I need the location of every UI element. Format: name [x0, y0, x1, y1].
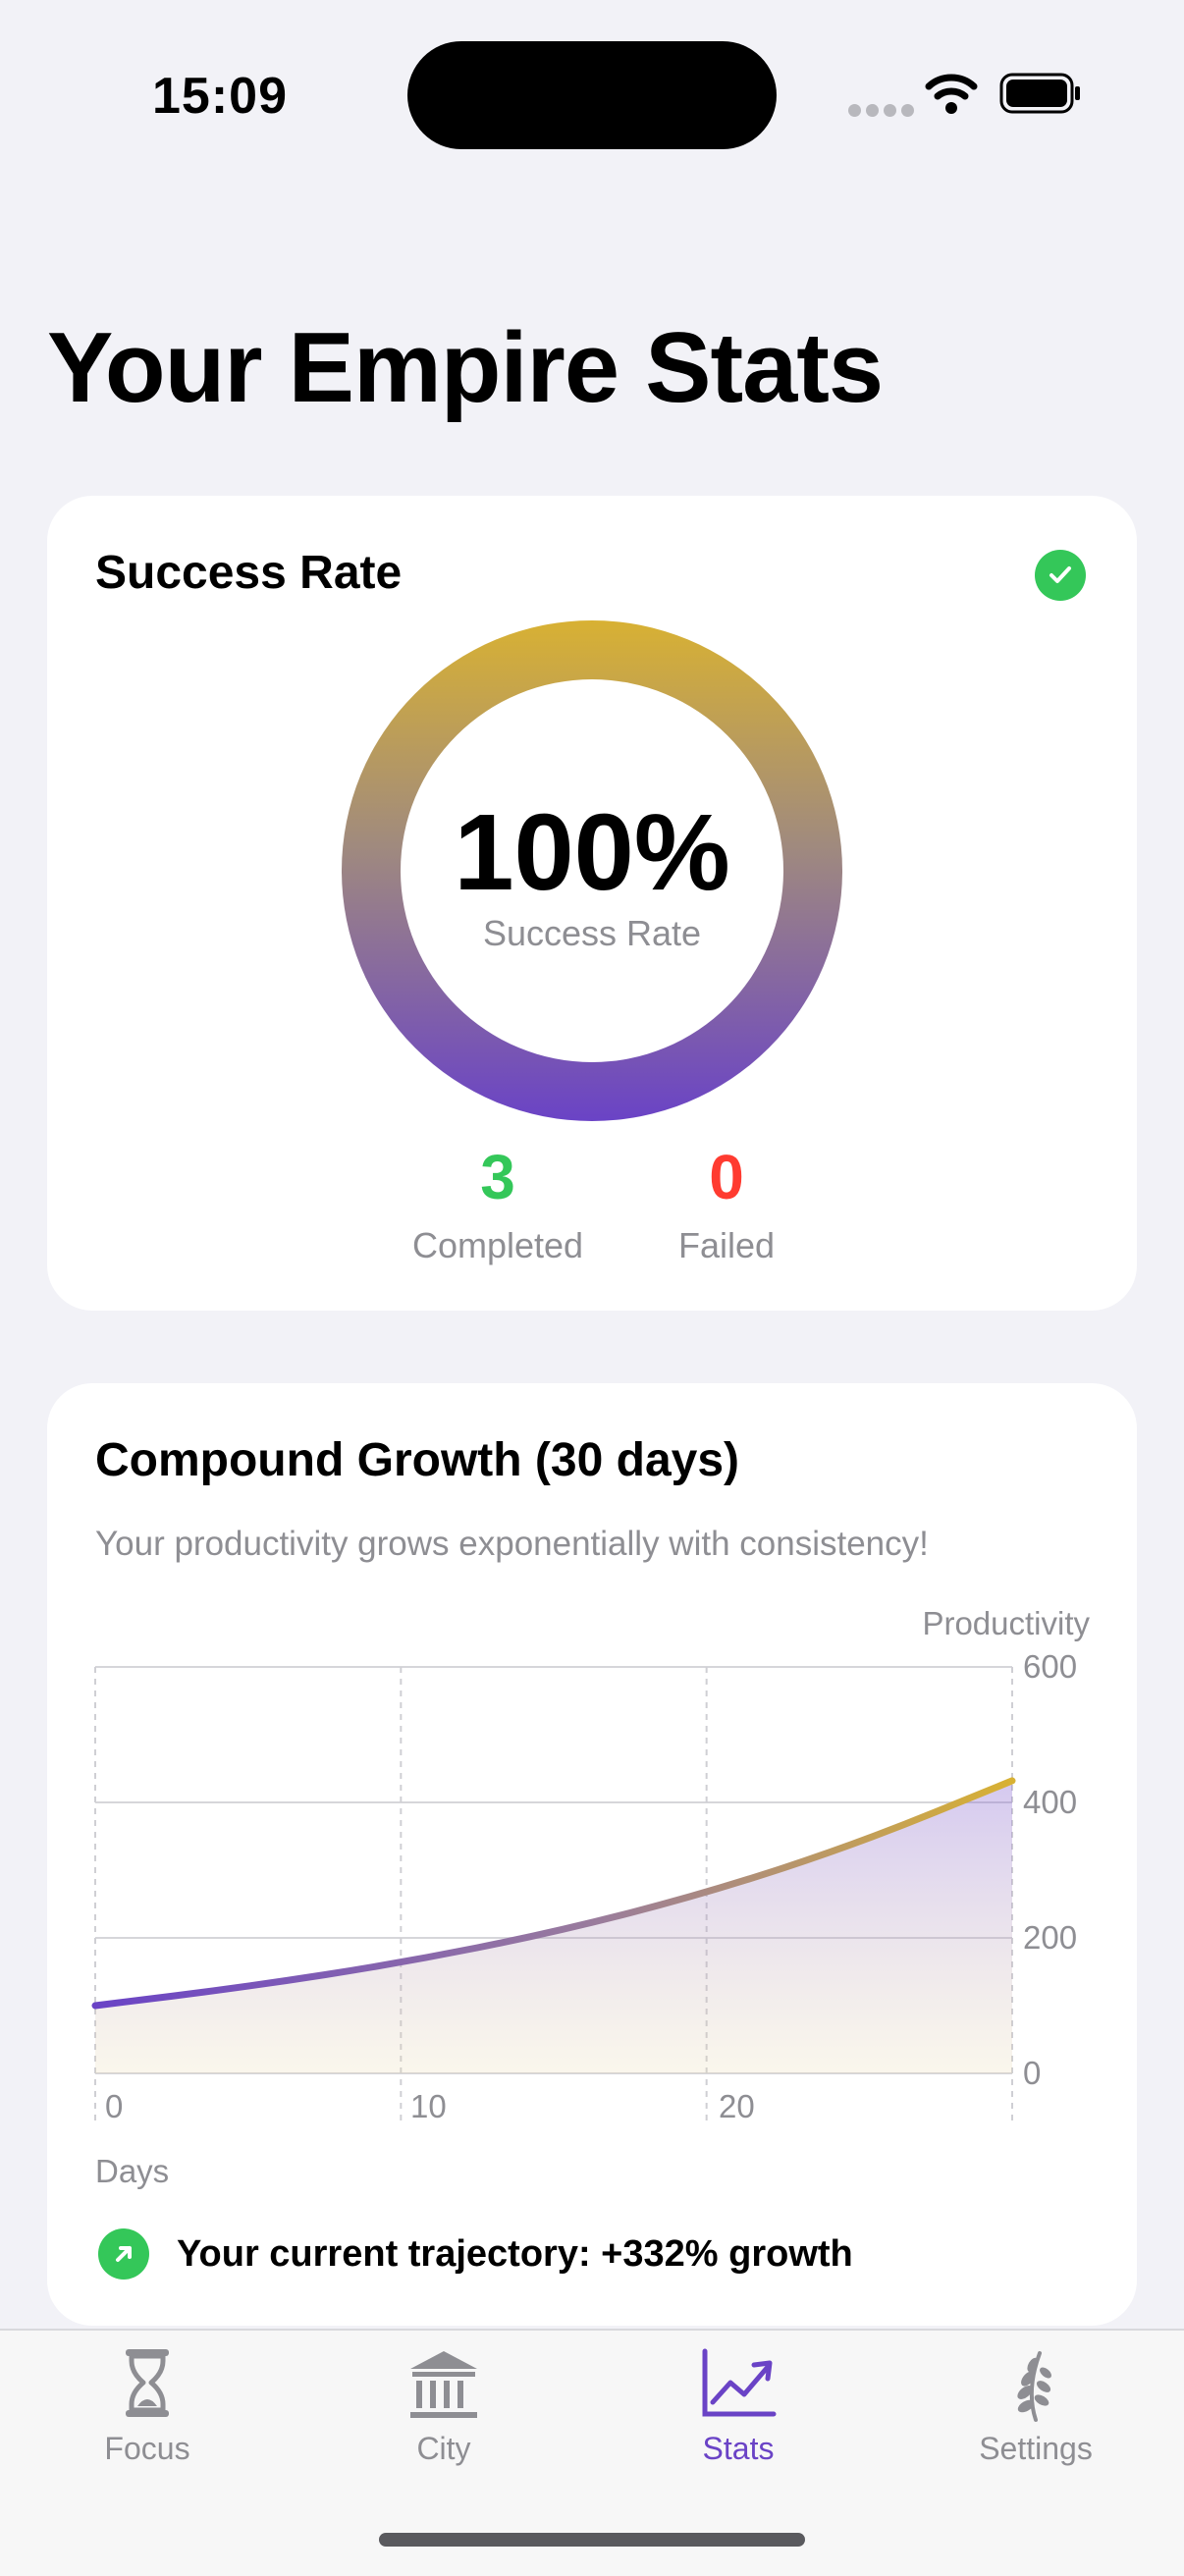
- growth-chart: [91, 1666, 1016, 2120]
- tab-settings[interactable]: Settings: [938, 2341, 1134, 2467]
- tab-stats-label: Stats: [702, 2431, 775, 2466]
- y-tick-600: 600: [1023, 1648, 1078, 1685]
- chart-trend-icon: [702, 2348, 777, 2417]
- x-axis-title: Days: [95, 2153, 170, 2189]
- tab-city[interactable]: City: [346, 2341, 542, 2467]
- x-tick-10: 10: [410, 2088, 447, 2124]
- y-tick-200: 200: [1023, 1919, 1078, 1956]
- tab-settings-label: Settings: [979, 2431, 1093, 2466]
- bank-icon: [410, 2351, 477, 2418]
- x-tick-20: 20: [719, 2088, 755, 2124]
- trend-up-icon: [98, 2228, 149, 2280]
- tab-focus-label: Focus: [104, 2431, 190, 2466]
- tab-city-label: City: [416, 2431, 471, 2466]
- laurel-icon: [1017, 2351, 1051, 2422]
- x-tick-0: 0: [105, 2088, 124, 2124]
- y-tick-0: 0: [1023, 2055, 1042, 2091]
- tab-focus[interactable]: Focus: [49, 2341, 245, 2467]
- y-tick-400: 400: [1023, 1784, 1078, 1820]
- tab-stats[interactable]: Stats: [640, 2341, 836, 2467]
- home-indicator: [379, 2533, 805, 2547]
- hourglass-icon: [126, 2349, 169, 2417]
- series-area: [95, 1780, 1012, 2073]
- trajectory-text: Your current trajectory: +332% growth: [177, 2233, 853, 2275]
